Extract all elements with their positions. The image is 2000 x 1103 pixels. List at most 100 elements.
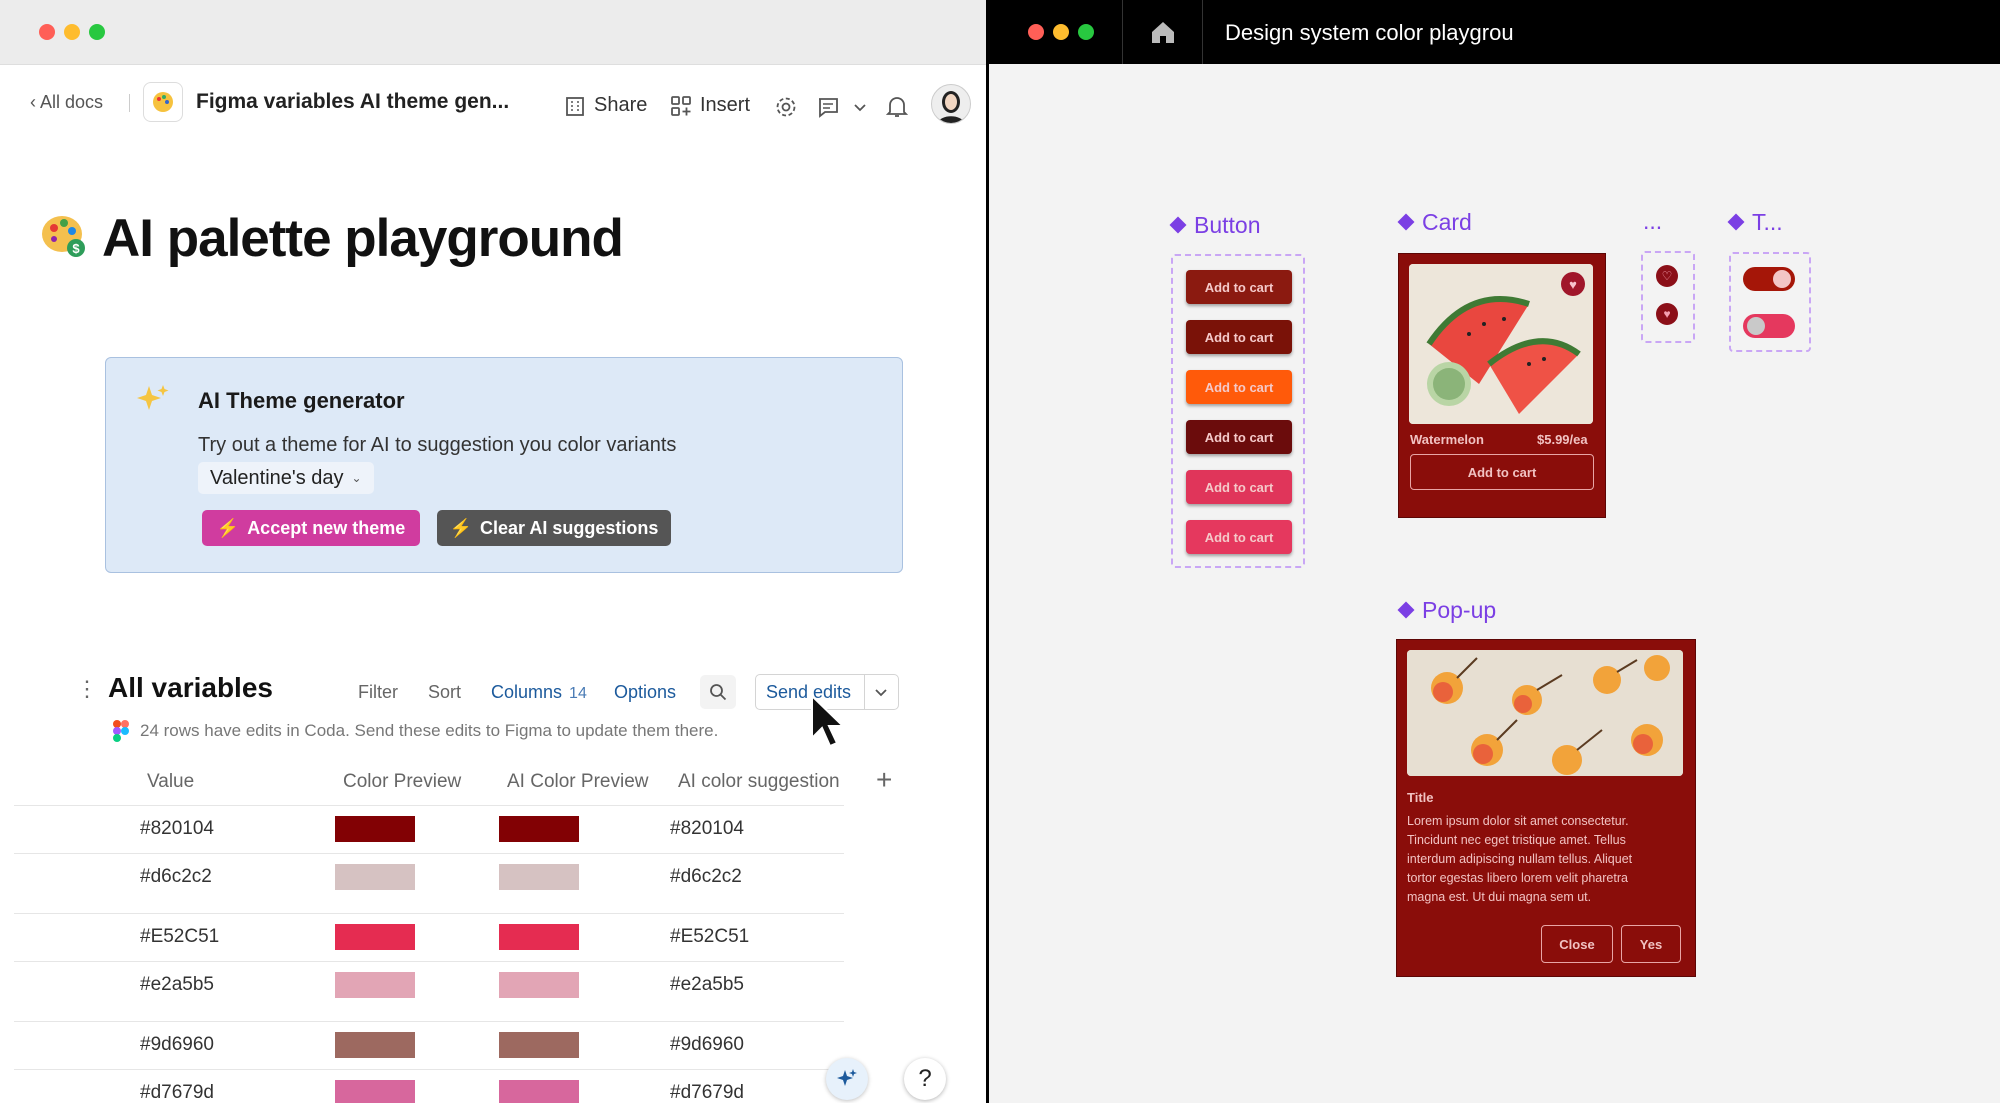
table-title: All variables xyxy=(108,672,273,703)
minimize-window-icon[interactable] xyxy=(64,24,80,40)
add-to-cart-button[interactable]: Add to cart xyxy=(1186,270,1292,304)
cell-ai-suggestion[interactable]: #e2a5b5 xyxy=(670,974,744,996)
heart-icon[interactable]: ♡ xyxy=(1656,265,1678,287)
coda-window: ‹ All docs Figma variables AI theme gen.… xyxy=(0,0,986,1103)
cell-value[interactable]: #9d6960 xyxy=(140,1034,214,1056)
chevron-left-icon: ‹ xyxy=(30,92,41,112)
doc-title[interactable]: Figma variables AI theme gen... xyxy=(196,90,509,114)
heart-icon[interactable]: ♥ xyxy=(1656,303,1678,325)
divider xyxy=(14,913,844,914)
cell-ai-suggestion[interactable]: #E52C51 xyxy=(670,926,749,948)
color-preview-swatch[interactable] xyxy=(335,864,415,890)
ai-color-preview-swatch[interactable] xyxy=(499,1080,579,1103)
chevron-down-icon[interactable] xyxy=(874,685,888,704)
divider xyxy=(1202,0,1203,64)
bell-icon[interactable] xyxy=(886,95,908,119)
doc-icon[interactable] xyxy=(143,82,183,122)
button-component-label[interactable]: Button xyxy=(1169,212,1261,239)
toggle-component-label[interactable]: T... xyxy=(1727,209,1783,236)
color-preview-swatch[interactable] xyxy=(335,924,415,950)
ai-color-preview-swatch[interactable] xyxy=(499,1032,579,1058)
ai-theme-panel: AI Theme generator Try out a theme for A… xyxy=(105,357,903,573)
divider xyxy=(1122,0,1123,64)
cell-ai-suggestion[interactable]: #d6c2c2 xyxy=(670,866,742,888)
page-title: AI palette playground xyxy=(102,209,624,268)
comment-icon[interactable] xyxy=(816,95,840,119)
clear-ai-suggestions-button[interactable]: ⚡ Clear AI suggestions xyxy=(437,510,671,546)
file-tab-title[interactable]: Design system color playgrou xyxy=(1225,20,1514,46)
insert-button[interactable]: Insert xyxy=(670,94,750,117)
card-add-to-cart-button[interactable]: Add to cart xyxy=(1410,454,1594,490)
table-menu-icon[interactable]: ⋮ xyxy=(76,676,98,702)
ai-color-preview-swatch[interactable] xyxy=(499,816,579,842)
figma-window: Design system color playgrou Button Add … xyxy=(989,0,2000,1103)
column-header-ai-color-suggestion[interactable]: AI color suggestion xyxy=(678,771,840,793)
card-component-label[interactable]: Card xyxy=(1397,209,1472,236)
add-to-cart-button[interactable]: Add to cart xyxy=(1186,470,1292,504)
toggle-on[interactable] xyxy=(1743,267,1795,291)
minimize-window-icon[interactable] xyxy=(1053,24,1069,40)
color-preview-swatch[interactable] xyxy=(335,816,415,842)
color-preview-swatch[interactable] xyxy=(335,1032,415,1058)
home-icon[interactable] xyxy=(1150,20,1176,49)
popup-yes-button[interactable]: Yes xyxy=(1621,925,1681,963)
divider xyxy=(14,1021,844,1022)
search-icon[interactable] xyxy=(700,675,736,709)
ai-color-preview-swatch[interactable] xyxy=(499,924,579,950)
help-button[interactable]: ? xyxy=(904,1058,946,1100)
ai-panel-description: Try out a theme for AI to suggestion you… xyxy=(198,434,677,456)
cell-value[interactable]: #d7679d xyxy=(140,1082,214,1103)
column-header-color-preview[interactable]: Color Preview xyxy=(343,771,461,793)
maximize-window-icon[interactable] xyxy=(1078,24,1094,40)
doc-header: ‹ All docs Figma variables AI theme gen.… xyxy=(0,64,986,144)
cell-ai-suggestion[interactable]: #9d6960 xyxy=(670,1034,744,1056)
sort-button[interactable]: Sort xyxy=(428,682,461,703)
color-preview-swatch[interactable] xyxy=(335,972,415,998)
chevron-down-icon[interactable] xyxy=(853,100,867,114)
add-to-cart-button[interactable]: Add to cart xyxy=(1186,520,1292,554)
all-docs-link[interactable]: ‹ All docs xyxy=(30,92,103,113)
cell-value[interactable]: #820104 xyxy=(140,818,214,840)
options-button[interactable]: Options xyxy=(614,682,676,703)
column-header-ai-color-preview[interactable]: AI Color Preview xyxy=(507,771,649,793)
left-titlebar xyxy=(0,0,986,65)
divider xyxy=(14,805,844,806)
heart-icon[interactable]: ♥ xyxy=(1561,272,1585,296)
grid-plus-icon xyxy=(671,95,691,116)
add-to-cart-button[interactable]: Add to cart xyxy=(1186,370,1292,404)
ai-color-preview-swatch[interactable] xyxy=(499,864,579,890)
product-card: ♥ Watermelon $5.99/ea Add to cart xyxy=(1398,253,1606,518)
popup-close-button[interactable]: Close xyxy=(1541,925,1613,963)
cell-ai-suggestion[interactable]: #820104 xyxy=(670,818,744,840)
edits-notice: 24 rows have edits in Coda. Send these e… xyxy=(140,721,719,740)
cell-value[interactable]: #d6c2c2 xyxy=(140,866,212,888)
filter-button[interactable]: Filter xyxy=(358,682,398,703)
cell-value[interactable]: #e2a5b5 xyxy=(140,974,214,996)
svg-text:$: $ xyxy=(72,241,80,256)
building-icon xyxy=(566,96,584,116)
color-preview-swatch[interactable] xyxy=(335,1080,415,1103)
theme-select[interactable]: Valentine's day ⌄ xyxy=(198,462,374,494)
maximize-window-icon[interactable] xyxy=(89,24,105,40)
icon-component-label[interactable]: ... xyxy=(1643,208,1662,235)
column-header-value[interactable]: Value xyxy=(147,771,194,793)
settings-gear-icon[interactable] xyxy=(774,95,798,119)
share-button[interactable]: Share xyxy=(564,94,647,117)
toggle-off[interactable] xyxy=(1743,314,1795,338)
cell-value[interactable]: #E52C51 xyxy=(140,926,219,948)
add-column-icon[interactable]: + xyxy=(876,764,892,796)
close-window-icon[interactable] xyxy=(39,24,55,40)
add-to-cart-button[interactable]: Add to cart xyxy=(1186,420,1292,454)
close-window-icon[interactable] xyxy=(1028,24,1044,40)
cell-ai-suggestion[interactable]: #d7679d xyxy=(670,1082,744,1103)
avatar[interactable] xyxy=(931,84,971,124)
figma-icon xyxy=(112,720,130,747)
ai-sparkle-button[interactable] xyxy=(826,1058,868,1100)
ai-color-preview-swatch[interactable] xyxy=(499,972,579,998)
popup-component-label[interactable]: Pop-up xyxy=(1397,597,1496,624)
ai-panel-title: AI Theme generator xyxy=(198,388,405,413)
columns-button[interactable]: Columns 14 xyxy=(491,682,587,703)
add-to-cart-button[interactable]: Add to cart xyxy=(1186,320,1292,354)
accept-new-theme-button[interactable]: ⚡ Accept new theme xyxy=(202,510,420,546)
toggle-variants-frame xyxy=(1729,252,1811,352)
